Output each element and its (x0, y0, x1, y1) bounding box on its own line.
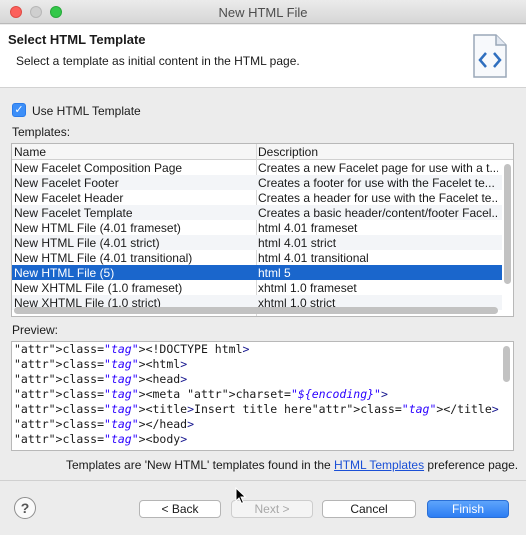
table-row[interactable]: New HTML File (4.01 frameset) html 4.01 f… (12, 220, 502, 235)
templates-note: Templates are 'New HTML' templates found… (66, 458, 518, 472)
template-description-cell: html 4.01 transitional (258, 251, 369, 265)
templates-label: Templates: (12, 125, 71, 139)
template-name-cell: New Facelet Header (14, 191, 124, 205)
template-name-cell: New HTML File (4.01 strict) (14, 236, 160, 250)
template-description-cell: xhtml 1.0 frameset (258, 281, 357, 295)
wizard-header: Select HTML Template Select a template a… (0, 25, 526, 88)
html-file-icon (473, 34, 507, 78)
code-line: "attr">class="tag"><title>Insert title h… (14, 402, 499, 416)
template-description-cell: html 4.01 frameset (258, 221, 358, 235)
table-row[interactable]: New Facelet Composition Page Creates a ne… (12, 160, 502, 175)
templates-table[interactable]: Name Description New Facelet Composition… (11, 143, 514, 317)
template-description-cell: Creates a new Facelet page for use with … (258, 161, 498, 175)
button-bar-divider (0, 480, 526, 481)
back-button[interactable]: < Back (139, 500, 221, 518)
table-header: Name Description (12, 144, 513, 160)
template-description-cell: Creates a header for use with the Facele… (258, 191, 498, 205)
template-description-cell: html 5 (258, 266, 291, 280)
page-title: Select HTML Template (8, 32, 146, 47)
table-body: New Facelet Composition Page Creates a ne… (12, 160, 502, 310)
template-description-cell: Creates a footer for use with the Facele… (258, 176, 495, 190)
scroll-thumb[interactable] (14, 307, 498, 314)
template-name-cell: New HTML File (5) (14, 266, 115, 280)
page-description: Select a template as initial content in … (16, 54, 300, 68)
code-line: "attr">class="tag"><body> (14, 432, 188, 446)
code-lines: "attr">class="tag"><!DOCTYPE html> "attr"… (12, 342, 513, 447)
table-row[interactable]: New Facelet Template Creates a basic head… (12, 205, 502, 220)
template-name-cell: New Facelet Template (14, 206, 133, 220)
scroll-thumb[interactable] (503, 346, 510, 382)
template-description-cell: Creates a basic header/content/footer Fa… (258, 206, 498, 220)
table-row[interactable]: New HTML File (5) html 5 (12, 265, 502, 280)
table-vertical-scrollbar[interactable] (504, 162, 511, 302)
template-name-cell: New XHTML File (1.0 frameset) (14, 281, 183, 295)
template-description-cell: html 4.01 strict (258, 236, 337, 250)
table-row[interactable]: New Facelet Footer Creates a footer for u… (12, 175, 502, 190)
table-horizontal-scrollbar[interactable] (14, 307, 500, 314)
table-row[interactable]: New XHTML File (1.0 frameset) xhtml 1.0 f… (12, 280, 502, 295)
template-name-cell: New HTML File (4.01 transitional) (14, 251, 193, 265)
template-name-cell: New HTML File (4.01 frameset) (14, 221, 181, 235)
window-title: New HTML File (218, 5, 308, 20)
cancel-button[interactable]: Cancel (322, 500, 416, 518)
preview-vertical-scrollbar[interactable] (503, 346, 510, 446)
code-line: "attr">class="tag"><html> (14, 357, 188, 371)
preview-code-area[interactable]: "attr">class="tag"><!DOCTYPE html> "attr"… (11, 341, 514, 451)
mouse-pointer-icon (235, 487, 247, 505)
table-row[interactable]: New HTML File (4.01 strict) html 4.01 str… (12, 235, 502, 250)
code-line: "attr">class="tag"><meta "attr">charset=… (14, 387, 388, 401)
table-row[interactable]: New Facelet Header Creates a header for u… (12, 190, 502, 205)
title-bar: New HTML File (0, 0, 526, 24)
template-name-cell: New Facelet Composition Page (14, 161, 183, 175)
note-text-after: preference page. (424, 458, 519, 472)
table-row[interactable]: New HTML File (4.01 transitional) html 4.… (12, 250, 502, 265)
column-header-description[interactable]: Description (258, 145, 318, 159)
note-text-before: Templates are 'New HTML' templates found… (66, 458, 335, 472)
use-template-label[interactable]: Use HTML Template (32, 104, 141, 118)
column-header-name[interactable]: Name (14, 145, 46, 159)
preview-label: Preview: (12, 323, 59, 337)
use-template-checkbox[interactable]: ✓ (12, 103, 26, 117)
code-line: "attr">class="tag"><!DOCTYPE html> (14, 342, 250, 356)
code-line: "attr">class="tag"><head> (14, 372, 188, 386)
scroll-thumb[interactable] (504, 164, 511, 284)
code-line: "attr">class="tag"></head> (14, 417, 195, 431)
help-button[interactable]: ? (14, 497, 36, 519)
html-templates-link[interactable]: HTML Templates (334, 458, 424, 472)
template-name-cell: New Facelet Footer (14, 176, 119, 190)
finish-button[interactable]: Finish (427, 500, 509, 518)
